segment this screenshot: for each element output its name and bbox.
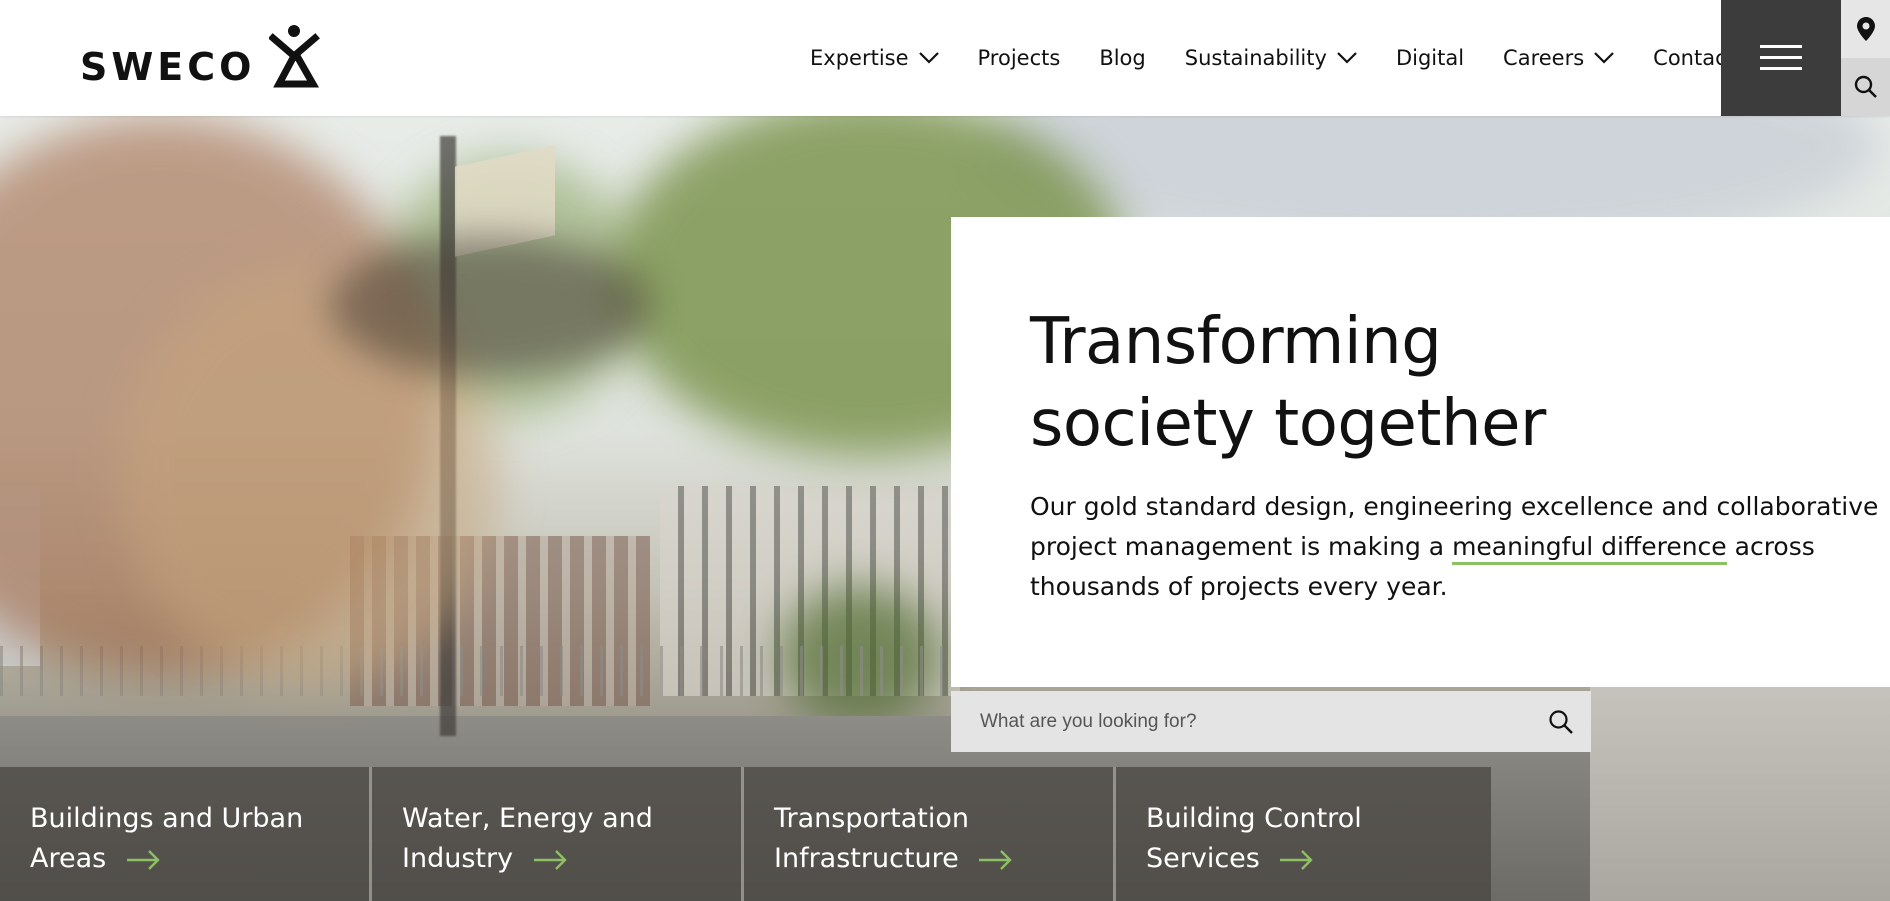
tile-label: Transportation Infrastructure <box>774 799 1094 879</box>
hero-title-line1: Transforming <box>1030 305 1442 379</box>
arrow-right-icon <box>979 849 1013 870</box>
nav-item-label: Blog <box>1099 46 1146 70</box>
search-submit-button[interactable] <box>1531 691 1591 752</box>
search-input[interactable] <box>951 691 1531 752</box>
menu-button[interactable] <box>1721 0 1841 116</box>
hero-bike-lane <box>1590 686 1890 901</box>
hero-description: Our gold standard design, engineering ex… <box>1030 487 1890 607</box>
hero-cyclist-arm <box>330 236 650 376</box>
nav-item-expertise[interactable]: Expertise <box>810 46 939 70</box>
tile-label: Water, Energy and Industry <box>402 799 722 879</box>
arrow-right-icon <box>126 849 160 870</box>
search-icon <box>1854 75 1877 98</box>
nav-item-sustainability[interactable]: Sustainability <box>1185 46 1357 70</box>
category-tiles: Buildings and Urban Areas Water, Energy … <box>0 767 1491 901</box>
arrow-right-icon <box>1280 849 1314 870</box>
meaningful-difference-link[interactable]: meaningful difference <box>1452 532 1727 565</box>
site-search <box>951 691 1591 752</box>
header-search-button[interactable] <box>1841 58 1890 116</box>
nav-item-label: Sustainability <box>1184 46 1327 70</box>
logo-wordmark: SWECO <box>80 45 256 89</box>
chevron-down-icon <box>1594 52 1614 64</box>
hero-title: Transforming society together <box>1030 301 1830 465</box>
nav-item-digital[interactable]: Digital <box>1396 46 1464 70</box>
hero-card: Transforming society together Our gold s… <box>951 217 1890 687</box>
tile-label-text: Buildings and Urban Areas <box>30 803 304 874</box>
hero-title-line2: society together <box>1030 387 1546 461</box>
nav-item-label: Projects <box>977 46 1061 70</box>
nav-item-label: Careers <box>1503 46 1585 70</box>
chevron-down-icon <box>918 52 939 64</box>
tile-label-text: Building Control Services <box>1146 803 1362 874</box>
tile-building-control-services[interactable]: Building Control Services <box>1116 767 1491 901</box>
main-nav: Expertise Projects Blog Sustainability D… <box>810 0 1774 116</box>
nav-item-blog[interactable]: Blog <box>1099 46 1145 70</box>
tile-label: Buildings and Urban Areas <box>30 799 350 879</box>
arrow-right-icon <box>533 849 567 870</box>
logo-mark-icon <box>269 25 321 88</box>
nav-item-label: Expertise <box>810 46 909 70</box>
search-icon <box>1549 709 1573 734</box>
chevron-down-icon <box>1337 52 1357 64</box>
sweco-logo[interactable]: SWECO <box>80 24 323 88</box>
tile-water-energy-industry[interactable]: Water, Energy and Industry <box>372 767 744 901</box>
location-button[interactable] <box>1841 0 1890 58</box>
nav-item-label: Digital <box>1395 46 1465 70</box>
tile-transportation-infrastructure[interactable]: Transportation Infrastructure <box>744 767 1116 901</box>
nav-item-careers[interactable]: Careers <box>1503 46 1614 70</box>
hamburger-icon <box>1760 45 1802 70</box>
nav-item-projects[interactable]: Projects <box>978 46 1061 70</box>
map-pin-icon <box>1856 17 1875 41</box>
site-header: SWECO Expertise Projects Blog Sustainabi… <box>0 0 1890 116</box>
tile-label-text: Water, Energy and Industry <box>402 803 653 874</box>
tile-label: Building Control Services <box>1146 799 1466 879</box>
tile-buildings-urban-areas[interactable]: Buildings and Urban Areas <box>0 767 372 901</box>
tile-label-text: Transportation Infrastructure <box>774 803 969 874</box>
